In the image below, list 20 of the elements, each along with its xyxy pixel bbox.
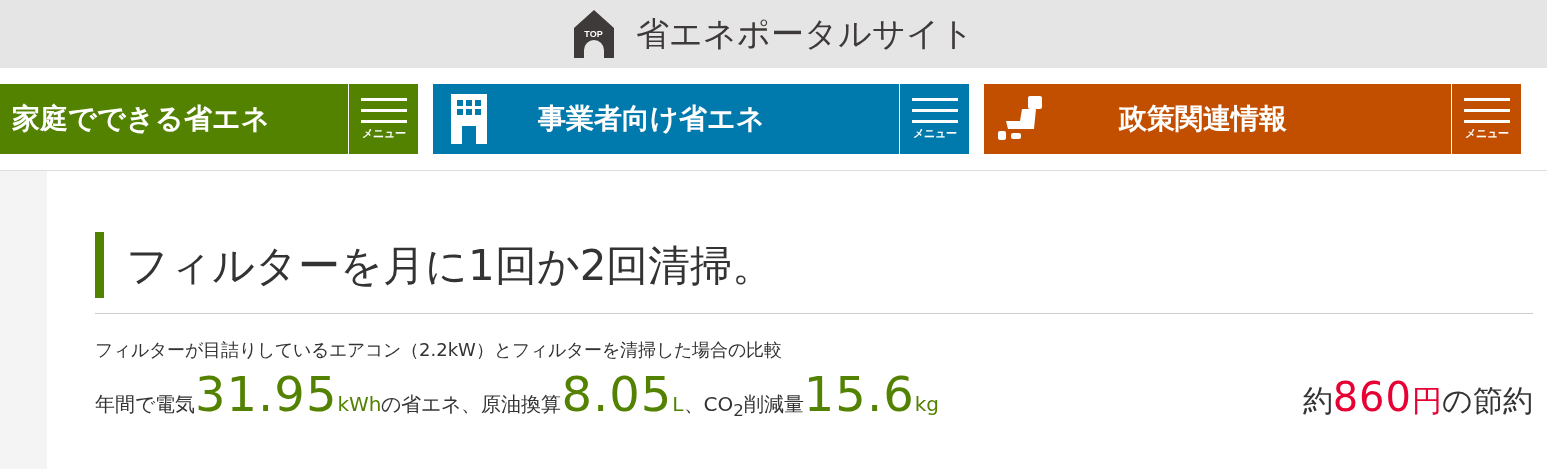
nav-tab[interactable]: 事業者向け省エネ メニュー <box>433 84 969 154</box>
japan-map-icon <box>998 96 1044 142</box>
top-link[interactable]: TOP <box>573 10 614 58</box>
cost-saving: 約860円の節約 <box>1302 374 1533 422</box>
nav-tab[interactable]: 政策関連情報 メニュー <box>984 84 1521 154</box>
comparison-caption: フィルターが目詰りしているエアコン（2.2kW）とフィルターを清掃した場合の比較 <box>95 313 1533 362</box>
menu-icon <box>911 97 958 124</box>
building-icon <box>451 94 487 144</box>
nav-label: 事業者向け省エネ <box>537 101 765 137</box>
site-title: 省エネポータルサイト <box>635 12 974 55</box>
nav-tab[interactable]: 家庭でできる省エネ メニュー <box>0 84 418 154</box>
savings-summary: 年間で電気31.95 kWhの省エネ、原油換算8.05 L、CO$_{2}$削減量 15.6 kg <box>95 366 939 422</box>
menu-icon <box>360 97 407 124</box>
menu-button[interactable]: メニュー <box>348 84 418 154</box>
page-title: フィルターを月に1回か2回清掃。 <box>95 232 1533 298</box>
menu-icon <box>1463 97 1510 124</box>
nav-label: 政策関連情報 <box>1118 101 1287 137</box>
menu-button[interactable]: メニュー <box>1451 84 1521 154</box>
menu-button[interactable]: メニュー <box>899 84 969 154</box>
nav-label: 家庭でできる省エネ <box>12 101 270 137</box>
